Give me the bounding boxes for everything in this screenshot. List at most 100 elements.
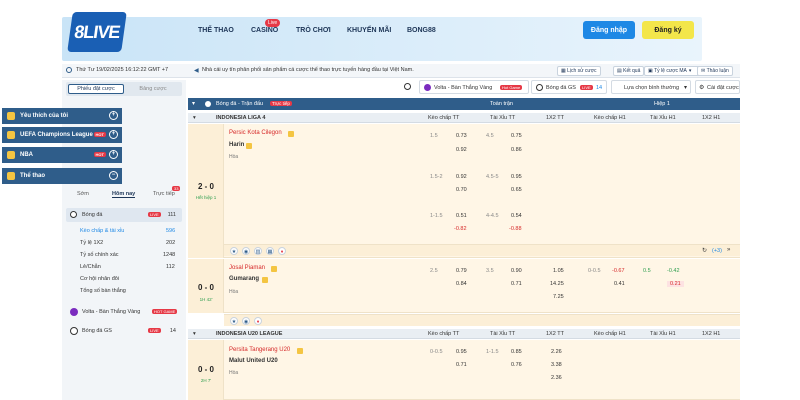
odds-cell[interactable]: 0.90 [511, 268, 522, 274]
odds-cell[interactable]: 0.51 [456, 213, 467, 219]
expand-icon[interactable]: + [109, 111, 118, 120]
match-score: 0 - 0 [197, 283, 214, 292]
odds-cell[interactable]: 0.76 [511, 362, 522, 368]
tab-bet-slip[interactable]: Phiếu đặt cược [68, 84, 124, 94]
odds-cell[interactable]: 3.38 [551, 362, 562, 368]
sidebar-football[interactable]: Bóng đá LIVE 111 [66, 208, 182, 222]
results-button[interactable]: ▤ Kết quả [613, 66, 645, 76]
sidebar-nba[interactable]: NBA HOT + [2, 147, 122, 163]
nav-casino[interactable]: CASINO [251, 27, 278, 34]
odds-cell[interactable]: 0.86 [511, 147, 522, 153]
market-odd-even[interactable]: Lẻ/Chẵn [80, 264, 101, 270]
nav-games[interactable]: TRÒ CHƠI [296, 27, 331, 34]
odds-cell[interactable]: 0.71 [511, 281, 522, 287]
market-1x2[interactable]: Tỷ lệ 1X2 [80, 240, 103, 246]
login-button[interactable]: Đăng nhập [583, 21, 635, 39]
odds-cell[interactable]: 0.95 [511, 174, 522, 180]
sidebar-volta[interactable]: Volta - Bàn Thắng Vàng HOT GAME [66, 305, 182, 319]
stats-icon[interactable]: ▥ [254, 247, 262, 255]
chevron-down-icon[interactable]: ▾ [193, 115, 196, 121]
fire-icon[interactable]: ♦ [254, 317, 262, 325]
nav-promotions[interactable]: KHUYẾN MÃI [347, 27, 391, 34]
odds-cell[interactable]: 0.54 [511, 213, 522, 219]
odds-cell[interactable]: -0.88 [509, 226, 522, 232]
odds-cell[interactable]: -0.42 [667, 268, 680, 274]
odds-cell[interactable]: 2.26 [551, 349, 562, 355]
odds-cell[interactable]: 1.05 [553, 268, 564, 274]
site-logo[interactable]: 8LIVE [67, 12, 127, 52]
live-badge: LIVE [580, 85, 593, 90]
collapse-icon[interactable]: − [109, 171, 118, 180]
sidebar-sports[interactable]: Thể thao − [2, 168, 122, 184]
football-icon [70, 211, 77, 218]
hot-badge: HOT [93, 152, 106, 157]
clock-icon [66, 67, 72, 73]
chevron-right-icon[interactable]: » [727, 247, 730, 253]
star-icon[interactable]: ★ [230, 247, 238, 255]
tab-live[interactable]: Trực tiếp [153, 191, 175, 197]
odds-cell[interactable]: 2.36 [551, 375, 562, 381]
forum-button[interactable]: ✉ Thảo luận [697, 66, 733, 76]
sidebar-ucl[interactable]: UEFA Champions League HOT + [2, 127, 122, 143]
odds-cell[interactable]: 0.85 [511, 349, 522, 355]
odds-cell[interactable]: 7.25 [553, 294, 564, 300]
tab-today[interactable]: Hôm nay [112, 191, 136, 198]
odds-cell[interactable]: 0.21 [667, 281, 684, 287]
odds-cell[interactable]: -0.67 [612, 268, 625, 274]
away-team: Malut United U20 [229, 358, 278, 364]
odds-cell[interactable]: 0.70 [456, 187, 467, 193]
collapse-icon[interactable]: ▾ [192, 100, 195, 107]
bet-history-button[interactable]: ▦ Lịch sử cược [557, 66, 601, 76]
sidebar-gs[interactable]: Bóng đá GS LIVE 14 [66, 324, 182, 338]
tracker-icon[interactable]: ▦ [266, 247, 274, 255]
info-bar: Thứ Tư 19/02/2025 16:12:22 GMT +7 ◀ Nhà … [62, 64, 740, 78]
team-badge-icon [271, 266, 277, 272]
market-hc-ou[interactable]: Kèo chấp & tài xỉu [80, 228, 124, 234]
odds-cell[interactable]: 0.84 [456, 281, 467, 287]
odds-type-select[interactable]: ▣ Tỷ lệ cược MA ▾ [644, 66, 704, 76]
league-header[interactable]: ▾ INDONESIA LIGA 4 Kèo chấp TT Tài Xỉu T… [188, 113, 740, 123]
odds-cell[interactable]: 0.71 [456, 362, 467, 368]
odds-cell[interactable]: 0.92 [456, 147, 467, 153]
odds-cell[interactable]: 14.25 [550, 281, 564, 287]
match-period: Hết hiệp 1 [195, 195, 217, 200]
stream-icon[interactable]: ◉ [242, 247, 250, 255]
odds-cell[interactable]: -0.82 [454, 226, 467, 232]
refresh-icon[interactable]: ↻ [702, 247, 707, 254]
market-total-goals[interactable]: Tổng số bàn thắng [80, 288, 126, 294]
nav-bong88[interactable]: BONG88 [407, 27, 436, 34]
sort-select[interactable]: Lựa chọn bình thường ▾ [611, 80, 691, 94]
nav-sports[interactable]: THỂ THAO [198, 27, 234, 34]
odds-cell[interactable]: 0.41 [614, 281, 625, 287]
match-period: 2H 7' [200, 378, 212, 383]
tab-bet-board[interactable]: Bảng cược [126, 84, 180, 94]
tab-early[interactable]: Sớm [77, 191, 89, 197]
league-header[interactable]: ▾ INDONESIA U20 LEAGUE Kèo chấp TT Tài X… [188, 329, 740, 339]
register-button[interactable]: Đăng ký [642, 21, 694, 39]
market-double-chance[interactable]: Cơ hội nhân đôi [80, 276, 119, 282]
toolbar-volta[interactable]: Volta - Bàn Thắng Vàng Hot Game [419, 80, 529, 94]
odds-cell[interactable]: 0.65 [511, 187, 522, 193]
market-correct-score[interactable]: Tỷ số chính xác [80, 252, 119, 258]
star-icon[interactable]: ★ [230, 317, 238, 325]
bet-settings-button[interactable]: ⚙ Cài đặt cược [695, 80, 740, 94]
expand-icon[interactable]: + [109, 130, 118, 139]
chevron-down-icon[interactable]: ▾ [193, 331, 196, 337]
toolbar-gs[interactable]: Bóng đá GS LIVE 14 [531, 80, 607, 94]
sidebar-favorites[interactable]: Yêu thích của tôi + [2, 108, 122, 124]
odds-cell[interactable]: 0.73 [456, 133, 467, 139]
odds-cell[interactable]: 0.79 [456, 268, 467, 274]
gear-icon: ⚙ [699, 85, 705, 91]
odds-cell[interactable]: 0.92 [456, 174, 467, 180]
draw-label: Hòa [229, 289, 239, 295]
fire-icon[interactable]: ♦ [278, 247, 286, 255]
datetime: Thứ Tư 19/02/2025 16:12:22 GMT +7 [76, 67, 169, 73]
chevron-down-icon: ▾ [683, 85, 687, 91]
odds-cell[interactable]: 0.75 [511, 133, 522, 139]
fulltime-header: Toàn trận [490, 101, 513, 107]
odds-cell[interactable]: 0.95 [456, 349, 467, 355]
stream-icon[interactable]: ◉ [242, 317, 250, 325]
more-markets[interactable]: (+3) [712, 248, 722, 254]
search-icon[interactable] [404, 83, 411, 90]
expand-icon[interactable]: + [109, 150, 118, 159]
